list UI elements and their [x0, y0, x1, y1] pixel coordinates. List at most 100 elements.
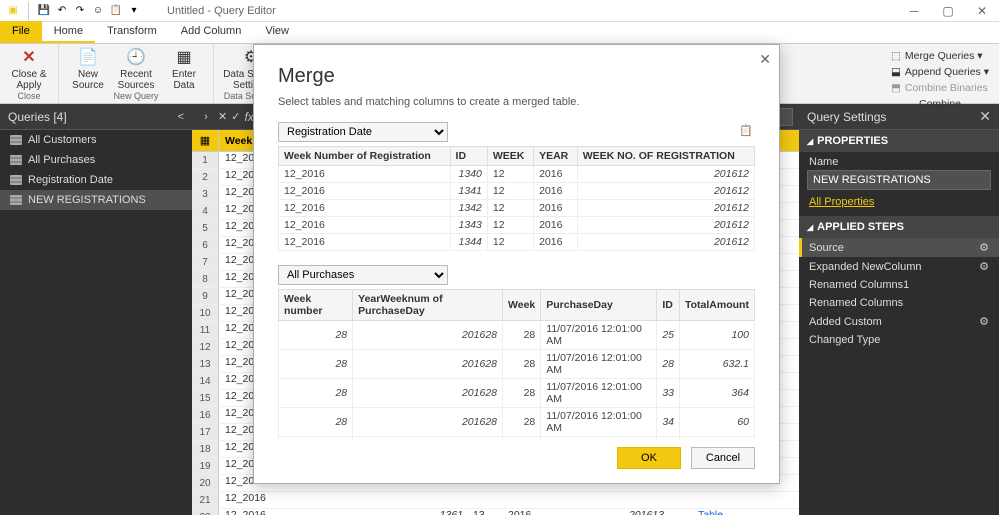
append-queries-button[interactable]: ⬓Append Queries ▾ [891, 64, 989, 80]
table-row[interactable]: 282016282811/07/2016 12:01:00 AM25100 [279, 321, 755, 350]
row-number[interactable]: 9 [192, 288, 218, 305]
row-number[interactable]: 2 [192, 169, 218, 186]
row-number[interactable]: 11 [192, 322, 218, 339]
step-label: Changed Type [809, 334, 880, 346]
maximize-button[interactable]: ▢ [931, 0, 965, 22]
recent-sources-button[interactable]: 🕘 Recent Sources [115, 46, 157, 91]
applied-step[interactable]: Source⚙ [799, 238, 999, 257]
column-header[interactable]: YearWeeknum of PurchaseDay [353, 290, 503, 321]
table-row[interactable]: 12_2016 [219, 492, 799, 509]
redo-icon[interactable]: ↷ [73, 4, 87, 18]
combine-binaries-button[interactable]: ⬒Combine Binaries [891, 80, 989, 96]
row-number[interactable]: 13 [192, 356, 218, 373]
table-row[interactable]: 282016282811/07/2016 12:01:00 AM3460 [279, 408, 755, 437]
second-table-select[interactable]: All Purchases [278, 265, 448, 285]
expand-formula-icon[interactable]: › [198, 111, 214, 123]
copy-icon[interactable]: 📋 [109, 4, 123, 18]
row-number[interactable]: 5 [192, 220, 218, 237]
applied-step[interactable]: Added Custom ⚙ [799, 312, 999, 331]
column-header[interactable]: Week number [279, 290, 353, 321]
collapse-icon[interactable]: < [178, 111, 184, 123]
gear-icon[interactable]: ⚙ [979, 315, 989, 328]
check-icon[interactable]: ✓ [231, 110, 240, 123]
applied-step[interactable]: Expanded NewColumn⚙ [799, 257, 999, 276]
binaries-icon: ⬒ [891, 82, 901, 94]
gear-icon[interactable]: ⚙ [979, 260, 989, 273]
row-number[interactable]: 12 [192, 339, 218, 356]
second-table-preview[interactable]: Week numberYearWeeknum of PurchaseDayWee… [278, 289, 755, 439]
properties-section-header[interactable]: ◢PROPERTIES [799, 130, 999, 152]
applied-step[interactable]: Renamed Columns [799, 294, 999, 312]
first-table-preview[interactable]: Week Number of RegistrationIDWEEKYEARWEE… [278, 146, 755, 251]
close-window-button[interactable]: ✕ [965, 0, 999, 22]
applied-step[interactable]: Renamed Columns1 [799, 276, 999, 294]
close-apply-button[interactable]: ✕ Close & Apply [8, 46, 50, 91]
column-header[interactable]: TotalAmount [680, 290, 755, 321]
file-tab[interactable]: File [0, 21, 42, 43]
new-source-button[interactable]: 📄 New Source [67, 46, 109, 91]
row-number[interactable]: 10 [192, 305, 218, 322]
row-number[interactable]: 20 [192, 475, 218, 492]
column-header[interactable]: WEEK [487, 147, 533, 166]
row-number[interactable]: 7 [192, 254, 218, 271]
column-header[interactable]: YEAR [534, 147, 578, 166]
row-number[interactable]: 22 [192, 509, 218, 515]
table-row[interactable]: 12_20161341122016201612 [279, 183, 755, 200]
close-settings-icon[interactable]: ✕ [979, 108, 991, 125]
row-number[interactable]: 3 [192, 186, 218, 203]
query-label: All Customers [28, 134, 96, 146]
grid-corner[interactable]: ▦ [192, 130, 218, 152]
column-header[interactable]: Week Number of Registration [279, 147, 451, 166]
row-number[interactable]: 21 [192, 492, 218, 509]
column-header[interactable]: ID [450, 147, 487, 166]
table-row[interactable]: 12_20161343122016201612 [279, 217, 755, 234]
table-row[interactable]: 282016282811/07/2016 12:01:00 AM33364 [279, 379, 755, 408]
table-row[interactable]: 282016282811/07/2016 12:01:00 AM28632.1 [279, 350, 755, 379]
qat-more-icon[interactable]: ▾ [127, 4, 141, 18]
table-row[interactable]: 12_20161342122016201612 [279, 200, 755, 217]
row-number[interactable]: 8 [192, 271, 218, 288]
row-number[interactable]: 15 [192, 390, 218, 407]
enter-data-button[interactable]: ▦ Enter Data [163, 46, 205, 91]
all-properties-link[interactable]: All Properties [799, 196, 999, 216]
row-number[interactable]: 16 [192, 407, 218, 424]
column-header[interactable]: Week [503, 290, 541, 321]
column-header[interactable]: PurchaseDay [541, 290, 657, 321]
minimize-button[interactable]: ─ [897, 0, 931, 22]
query-item[interactable]: All Customers [0, 130, 192, 150]
table-row[interactable]: 12_20161340122016201612 [279, 166, 755, 183]
refresh-icon[interactable]: ✕ [218, 110, 227, 123]
tab-home[interactable]: Home [42, 21, 95, 43]
row-number[interactable]: 1 [192, 152, 218, 169]
merge-queries-button[interactable]: ⬚Merge Queries ▾ [891, 48, 989, 64]
tab-add-column[interactable]: Add Column [169, 21, 254, 43]
applied-step[interactable]: Changed Type [799, 331, 999, 349]
query-item[interactable]: All Purchases [0, 150, 192, 170]
row-number[interactable]: 17 [192, 424, 218, 441]
query-name-input[interactable] [807, 170, 991, 190]
row-number[interactable]: 4 [192, 203, 218, 220]
column-header[interactable]: WEEK NO. OF REGISTRATION [577, 147, 754, 166]
row-number[interactable]: 14 [192, 373, 218, 390]
query-item[interactable]: NEW REGISTRATIONS [0, 190, 192, 210]
save-icon[interactable]: 💾 [37, 4, 51, 18]
cancel-button[interactable]: Cancel [691, 447, 755, 469]
row-number[interactable]: 19 [192, 458, 218, 475]
copy-icon[interactable]: 📋 [739, 124, 755, 140]
row-number[interactable]: 18 [192, 441, 218, 458]
row-number[interactable]: 6 [192, 237, 218, 254]
dialog-close-button[interactable]: ✕ [759, 51, 771, 68]
tab-transform[interactable]: Transform [95, 21, 169, 43]
step-label: Added Custom [809, 316, 882, 328]
table-row[interactable]: 12_20161344122016201612 [279, 234, 755, 251]
tab-view[interactable]: View [253, 21, 301, 43]
face-icon[interactable]: ☺ [91, 4, 105, 18]
query-item[interactable]: Registration Date [0, 170, 192, 190]
column-header[interactable]: ID [657, 290, 680, 321]
gear-icon[interactable]: ⚙ [979, 241, 989, 254]
applied-steps-header[interactable]: ◢APPLIED STEPS [799, 216, 999, 238]
undo-icon[interactable]: ↶ [55, 4, 69, 18]
table-row[interactable]: 12_20161361132016201613Table [219, 509, 799, 515]
first-table-select[interactable]: Registration Date [278, 122, 448, 142]
ok-button[interactable]: OK [617, 447, 681, 469]
